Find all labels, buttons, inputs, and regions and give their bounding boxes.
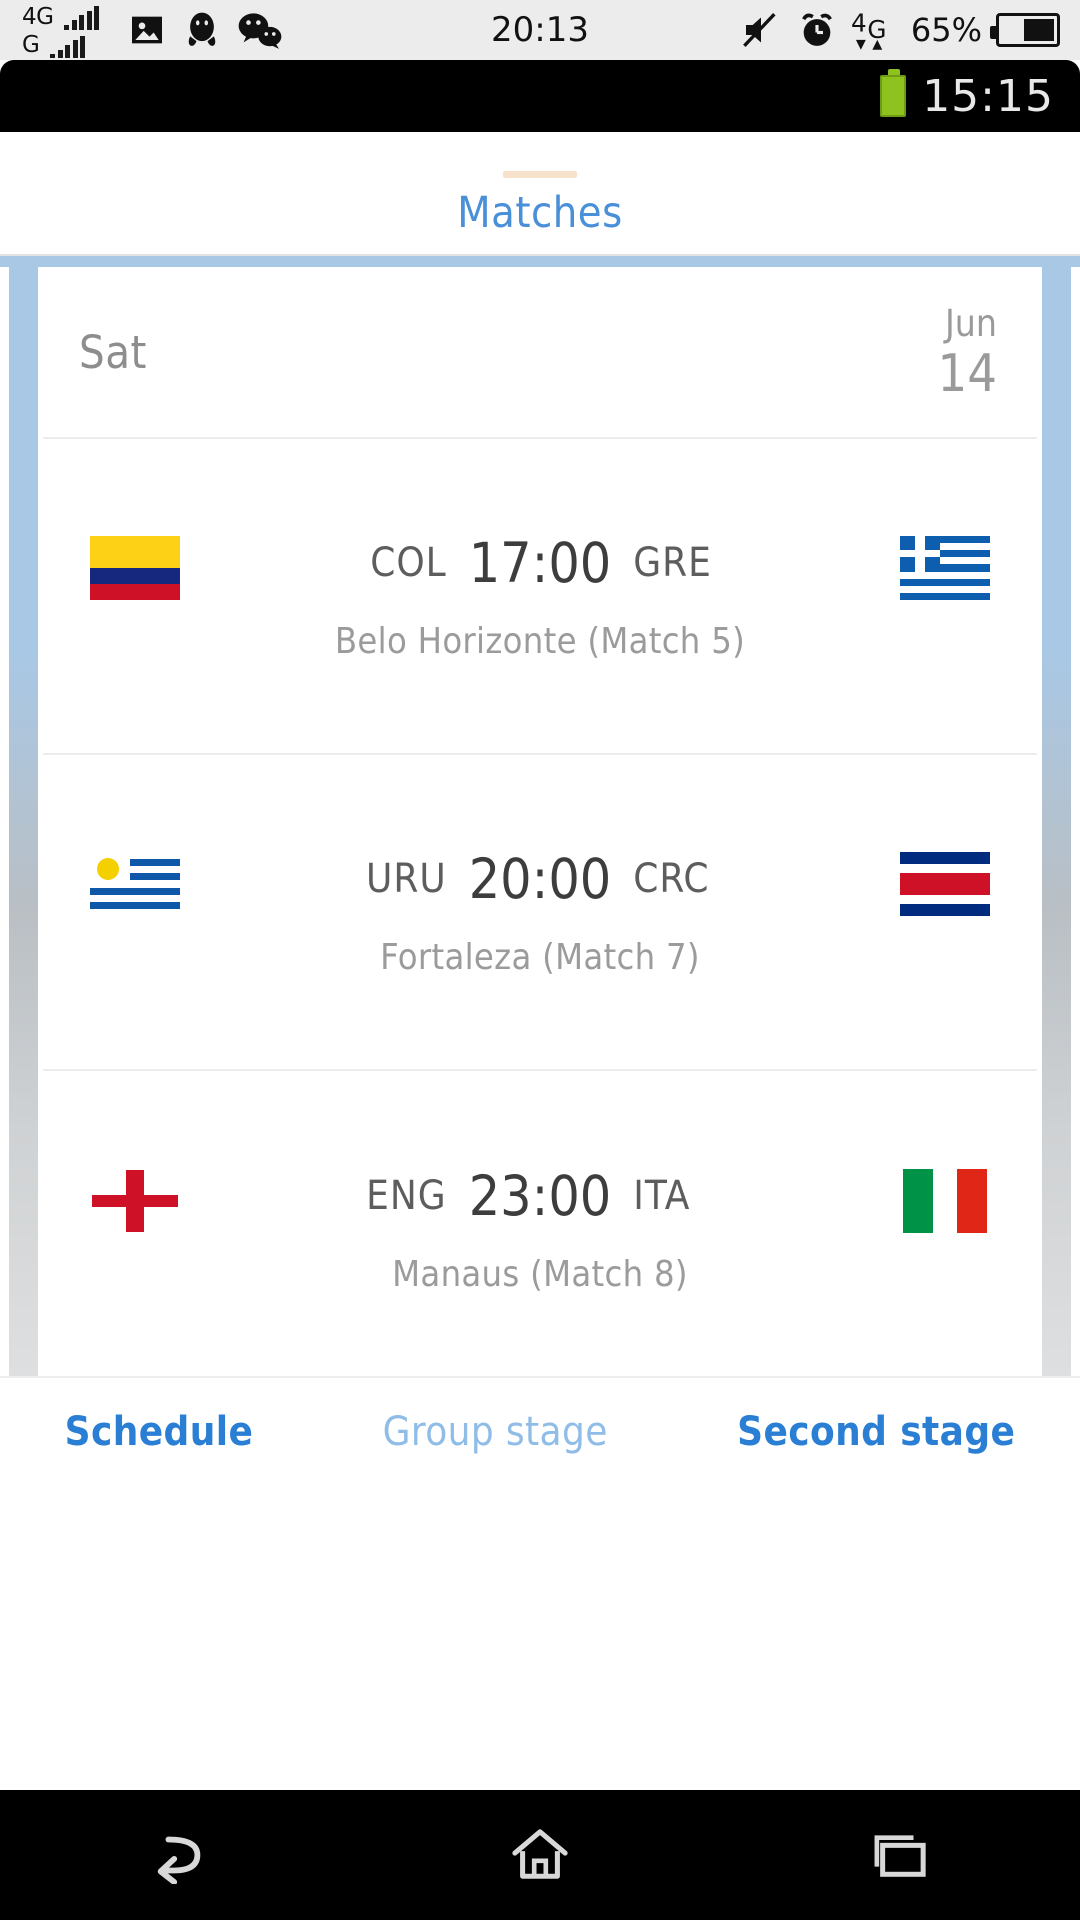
date-day-number: 14 [937, 343, 997, 404]
app-header: Matches [0, 132, 1080, 254]
home-flag-slot [79, 1159, 191, 1243]
match-venue: Fortaleza (Match 7) [380, 936, 700, 978]
away-flag-slot [889, 842, 1001, 926]
status-bar-right: 4 G 65% [739, 7, 1060, 53]
match-venue: Manaus (Match 8) [392, 1253, 688, 1295]
tab-second-stage[interactable]: Second stage [737, 1409, 1015, 1455]
match-venue: Belo Horizonte (Match 5) [334, 620, 746, 662]
nav-back-button[interactable] [105, 1790, 255, 1920]
match-headline: ENG 23:00 ITA [43, 1164, 1037, 1228]
match-time: 23:00 [468, 1163, 612, 1228]
home-team-code: ENG [366, 1172, 447, 1219]
away-flag-slot [889, 526, 1001, 610]
data-4g-icon: 4 G [851, 9, 886, 50]
back-icon [157, 1836, 201, 1884]
match-headline: COL 17:00 GRE [43, 531, 1037, 595]
frame-left-edge [9, 267, 38, 1376]
away-team-code: CRC [633, 855, 710, 902]
home-team-code: COL [370, 539, 447, 586]
costa-rica-flag-icon [900, 852, 990, 916]
matches-list-container: Sat Jun 14 COL 17:00 GRE Belo Horizonte … [0, 256, 1080, 1376]
table-row[interactable]: COL 17:00 GRE Belo Horizonte (Match 5) [43, 439, 1037, 755]
away-flag-slot [889, 1159, 1001, 1243]
england-flag-icon [90, 1169, 180, 1233]
colombia-flag-icon [90, 536, 180, 600]
matches-list: Sat Jun 14 COL 17:00 GRE Belo Horizonte … [43, 267, 1037, 1376]
tab-schedule[interactable]: Schedule [65, 1409, 254, 1455]
greece-flag-icon [900, 536, 990, 600]
page-title: Matches [457, 188, 623, 238]
away-team-code: GRE [633, 539, 712, 586]
android-nav-bar [0, 1790, 1080, 1920]
tab-group-stage[interactable]: Group stage [383, 1409, 608, 1455]
date-month: Jun [944, 301, 997, 345]
away-team-code: ITA [633, 1172, 691, 1219]
match-headline: URU 20:00 CRC [43, 847, 1037, 911]
date-weekday: Sat [79, 325, 147, 379]
recents-icon [874, 1835, 926, 1877]
screenshot-battery-icon [880, 69, 907, 117]
match-time: 17:00 [468, 530, 612, 595]
home-flag-slot [79, 842, 191, 926]
italy-flag-icon [900, 1169, 990, 1233]
date-header-row: Sat Jun 14 [43, 267, 1037, 439]
table-row[interactable]: URU 20:00 CRC Fortaleza (Match 7) [43, 755, 1037, 1071]
home-icon [512, 1829, 568, 1879]
android-status-bar: 4G G 20:13 4 G 65% [0, 0, 1080, 60]
bottom-tab-bar: Schedule Group stage Second stage [0, 1376, 1080, 1475]
header-accent-line [503, 171, 577, 178]
table-row[interactable]: ENG 23:00 ITA Manaus (Match 8) [43, 1071, 1037, 1387]
home-team-code: URU [366, 855, 447, 902]
nav-home-button[interactable] [465, 1790, 615, 1920]
frame-top-edge [0, 256, 1080, 267]
date-group: Jun 14 [937, 305, 997, 400]
screenshot-status-bar: 15:15 [0, 60, 1080, 132]
battery-percent-label: 65% [910, 11, 982, 49]
svg-text:4: 4 [851, 9, 867, 38]
mute-icon [742, 13, 776, 47]
uruguay-flag-icon [90, 852, 180, 916]
home-flag-slot [79, 526, 191, 610]
screenshot-clock: 15:15 [922, 70, 1054, 122]
nav-recents-button[interactable] [825, 1790, 975, 1920]
svg-text:G: G [867, 15, 886, 44]
battery-icon [990, 13, 1060, 47]
frame-right-edge [1042, 267, 1071, 1376]
screenshot-viewport: 15:15 Matches Sat Jun 14 COL 17:00 GRE B… [0, 60, 1080, 1475]
alarm-icon [801, 13, 832, 46]
match-time: 20:00 [468, 846, 612, 911]
